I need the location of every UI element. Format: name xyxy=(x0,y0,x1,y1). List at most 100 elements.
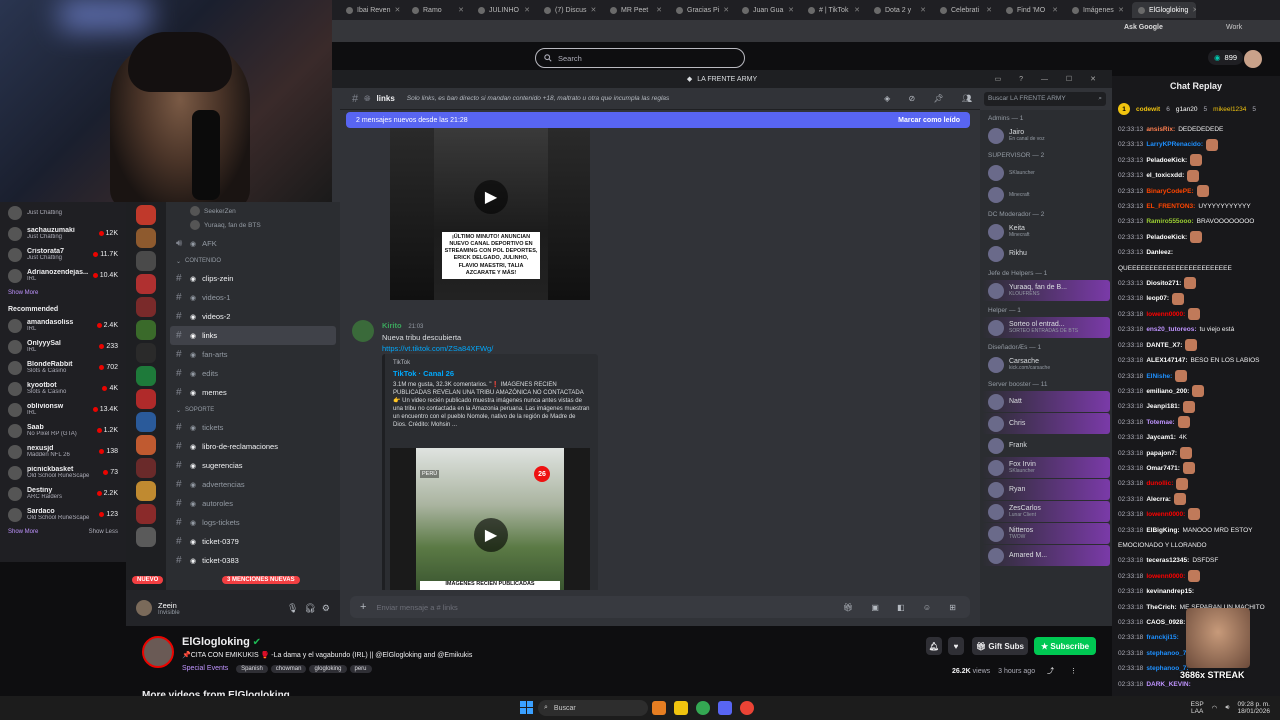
chat-username[interactable]: Danleez: xyxy=(1146,249,1173,256)
streamer-avatar[interactable] xyxy=(142,636,174,668)
member[interactable]: Yuraaq, fan de B... KLOUFRENS xyxy=(982,280,1110,301)
sidebar-channel[interactable]: kyootbot Slots & Casino 4K xyxy=(0,378,126,399)
close-icon[interactable]: ✕ xyxy=(1052,6,1058,14)
new-messages-bar[interactable]: 2 mensajes nuevos desde las 21:28 Marcar… xyxy=(346,112,970,128)
member[interactable]: SKlauncher xyxy=(982,162,1110,183)
member[interactable]: Sorteo ol entrad... SORTEO ENTRADAS DE BT… xyxy=(982,317,1110,338)
close-icon[interactable]: ✕ xyxy=(854,6,860,14)
discord-search[interactable]: Buscar LA FRENTE ARMY ⌕ xyxy=(984,92,1106,106)
server-icon[interactable] xyxy=(136,366,156,386)
message-avatar[interactable] xyxy=(352,320,374,342)
member[interactable]: Natt xyxy=(982,391,1110,412)
server-icon[interactable] xyxy=(136,527,156,547)
channel-category[interactable]: ⌄ SOPORTE xyxy=(166,402,340,418)
close-icon[interactable]: ✕ xyxy=(986,6,992,14)
sidebar-channel[interactable]: nexusjd Madden NFL 26 138 xyxy=(0,441,126,462)
server-icon[interactable] xyxy=(136,435,156,455)
member[interactable]: Frank xyxy=(982,435,1110,456)
gear-icon[interactable]: ⚙ xyxy=(322,603,330,614)
browser-tab[interactable]: Gracias Pi ✕ xyxy=(670,2,734,18)
video-embed-2[interactable]: PERÚ 26 ▶ IMÁGENES RECIÉN PUBLICADAS xyxy=(390,448,590,590)
chat-username[interactable]: LarryKPRenacido: xyxy=(1146,141,1203,148)
speaker-icon[interactable]: 🔊︎ xyxy=(1225,704,1229,712)
chat-username[interactable]: Jeanpi181: xyxy=(1146,403,1180,410)
sidebar-channel[interactable]: Destiny ARC Raiders 2.2K xyxy=(0,483,126,504)
chat-username[interactable]: Totemae: xyxy=(1146,419,1174,426)
mic-icon[interactable]: 🎙︎ xyxy=(287,603,298,614)
browser-tab[interactable]: Dota 2 y ✕ xyxy=(868,2,932,18)
sidebar-channel[interactable]: Saab No Pixel RP (GTA) 1.2K xyxy=(0,420,126,441)
chat-username[interactable]: Jaycam1: xyxy=(1146,434,1176,441)
window-controls[interactable]: ▭ ? — ☐ ✕ xyxy=(995,75,1104,83)
close-icon[interactable]: ✕ xyxy=(524,6,530,14)
browser-tab[interactable]: (7) Discus ✕ xyxy=(538,2,602,18)
channel-libro-de-reclamaciones[interactable]: # ◉ libro-de-reclamaciones xyxy=(166,437,340,456)
chat-username[interactable]: ElNishe: xyxy=(1146,373,1172,380)
server-icon[interactable] xyxy=(136,320,156,340)
gifter-1[interactable]: codewit xyxy=(1136,106,1160,113)
more-icon[interactable]: ⋮ xyxy=(1070,668,1077,675)
lang[interactable]: ESP xyxy=(1191,701,1204,708)
chat-username[interactable]: Omar7471: xyxy=(1146,465,1180,472)
stream-tag[interactable]: Spanish xyxy=(236,665,268,673)
sidebar-channel[interactable]: sachauzumaki Just Chatting 12K xyxy=(0,223,126,244)
subscribe-button[interactable]: ★ Subscribe xyxy=(1034,637,1096,655)
channel-logs-tickets[interactable]: # ◉ logs-tickets xyxy=(166,513,340,532)
chat-username[interactable]: emiliano_200: xyxy=(1146,388,1189,395)
chat-username[interactable]: el_toxicxdd: xyxy=(1146,172,1184,179)
heart-button[interactable]: ♥ xyxy=(948,637,964,655)
chat-username[interactable]: ansisRix: xyxy=(1146,126,1175,133)
gifter-3[interactable]: mikeel1234 xyxy=(1213,106,1246,113)
chat-username[interactable]: BinaryCodePE: xyxy=(1146,188,1193,195)
close-icon[interactable]: ✕ xyxy=(458,6,464,14)
close-icon[interactable]: ✕ xyxy=(1118,6,1124,14)
chat-username[interactable]: DARK_KEVIN: xyxy=(1146,681,1190,688)
channel-edits[interactable]: # ◉ edits xyxy=(166,364,340,383)
play-icon[interactable]: ▶ xyxy=(474,180,508,214)
sidebar-channel[interactable]: BlondeRabbit Slots & Casino 702 xyxy=(0,357,126,378)
header-icons[interactable]: ◈ ⊘ 📌︎ 👥︎ xyxy=(884,94,980,103)
server-icon[interactable] xyxy=(136,458,156,478)
sidebar-channel[interactable]: Adrianozendejas... IRL 10.4K xyxy=(0,265,126,286)
sidebar-channel[interactable]: OnlyyySal IRL 233 xyxy=(0,336,126,357)
mark-read-button[interactable]: Marcar como leído xyxy=(898,117,960,124)
channel-ticket-0383[interactable]: # ◉ ticket-0383 xyxy=(166,551,340,570)
member[interactable]: Keita Minecraft xyxy=(982,221,1110,242)
browser-tab[interactable]: Ramo ✕ xyxy=(406,2,470,18)
chat-username[interactable]: TheCrich: xyxy=(1146,604,1176,611)
streamer-name[interactable]: ElGlogloking xyxy=(182,636,250,648)
chat-username[interactable]: ALEX147147: xyxy=(1146,357,1187,364)
chat-username[interactable]: kevinandrep15: xyxy=(1146,588,1194,595)
stream-tag[interactable]: glogloking xyxy=(309,665,347,673)
browser-tab[interactable]: # | TikTok ✕ xyxy=(802,2,866,18)
show-more-link[interactable]: Show More xyxy=(0,286,126,300)
channel-autoroles[interactable]: # ◉ autoroles xyxy=(166,494,340,513)
channel-advertencias[interactable]: # ◉ advertencias xyxy=(166,475,340,494)
member[interactable]: Fox Irvin SKlauncher xyxy=(982,457,1110,478)
server-icon[interactable] xyxy=(136,297,156,317)
server-icon[interactable] xyxy=(136,389,156,409)
headphones-icon[interactable]: 🎧︎ xyxy=(304,603,315,614)
chat-username[interactable]: EL_FRENTON3: xyxy=(1146,203,1195,210)
chat-username[interactable]: CAOS_0928: xyxy=(1146,619,1185,626)
member[interactable]: Chris xyxy=(982,413,1110,434)
user-avatar[interactable] xyxy=(1244,50,1262,68)
message-input[interactable]: + Enviar mensaje a # links 🎁︎ ▣ ◧ ☺ ⊞ xyxy=(350,596,970,618)
channel-videos-2[interactable]: # ◉ videos-2 xyxy=(166,307,340,326)
sidebar-channel[interactable]: oblivionsw IRL 13.4K xyxy=(0,399,126,420)
wifi-icon[interactable]: ◠ xyxy=(1212,704,1218,712)
gift-subs-button[interactable]: 🎁︎ Gift Subs xyxy=(972,637,1028,655)
taskbar-search[interactable]: ⌕ Buscar xyxy=(538,700,648,716)
points-badge[interactable]: ◉ 899 xyxy=(1208,50,1244,65)
stream-tag[interactable]: chowman xyxy=(270,665,307,673)
browser-tab[interactable]: MR Peet ✕ xyxy=(604,2,668,18)
browser-tab[interactable]: Ibai Reven ✕ xyxy=(340,2,404,18)
server-icon[interactable] xyxy=(136,412,156,432)
channel-tickets[interactable]: # ◉ tickets xyxy=(166,418,340,437)
chat-username[interactable]: Ramiro555ooo: xyxy=(1146,218,1193,225)
close-icon[interactable]: ✕ xyxy=(394,6,400,14)
chat-username[interactable]: leop07: xyxy=(1146,295,1169,302)
sidebar-channel[interactable]: amandasoliss IRL 2.4K xyxy=(0,315,126,336)
play-icon[interactable]: ▶ xyxy=(474,518,508,552)
chat-username[interactable]: papajon7: xyxy=(1146,450,1177,457)
